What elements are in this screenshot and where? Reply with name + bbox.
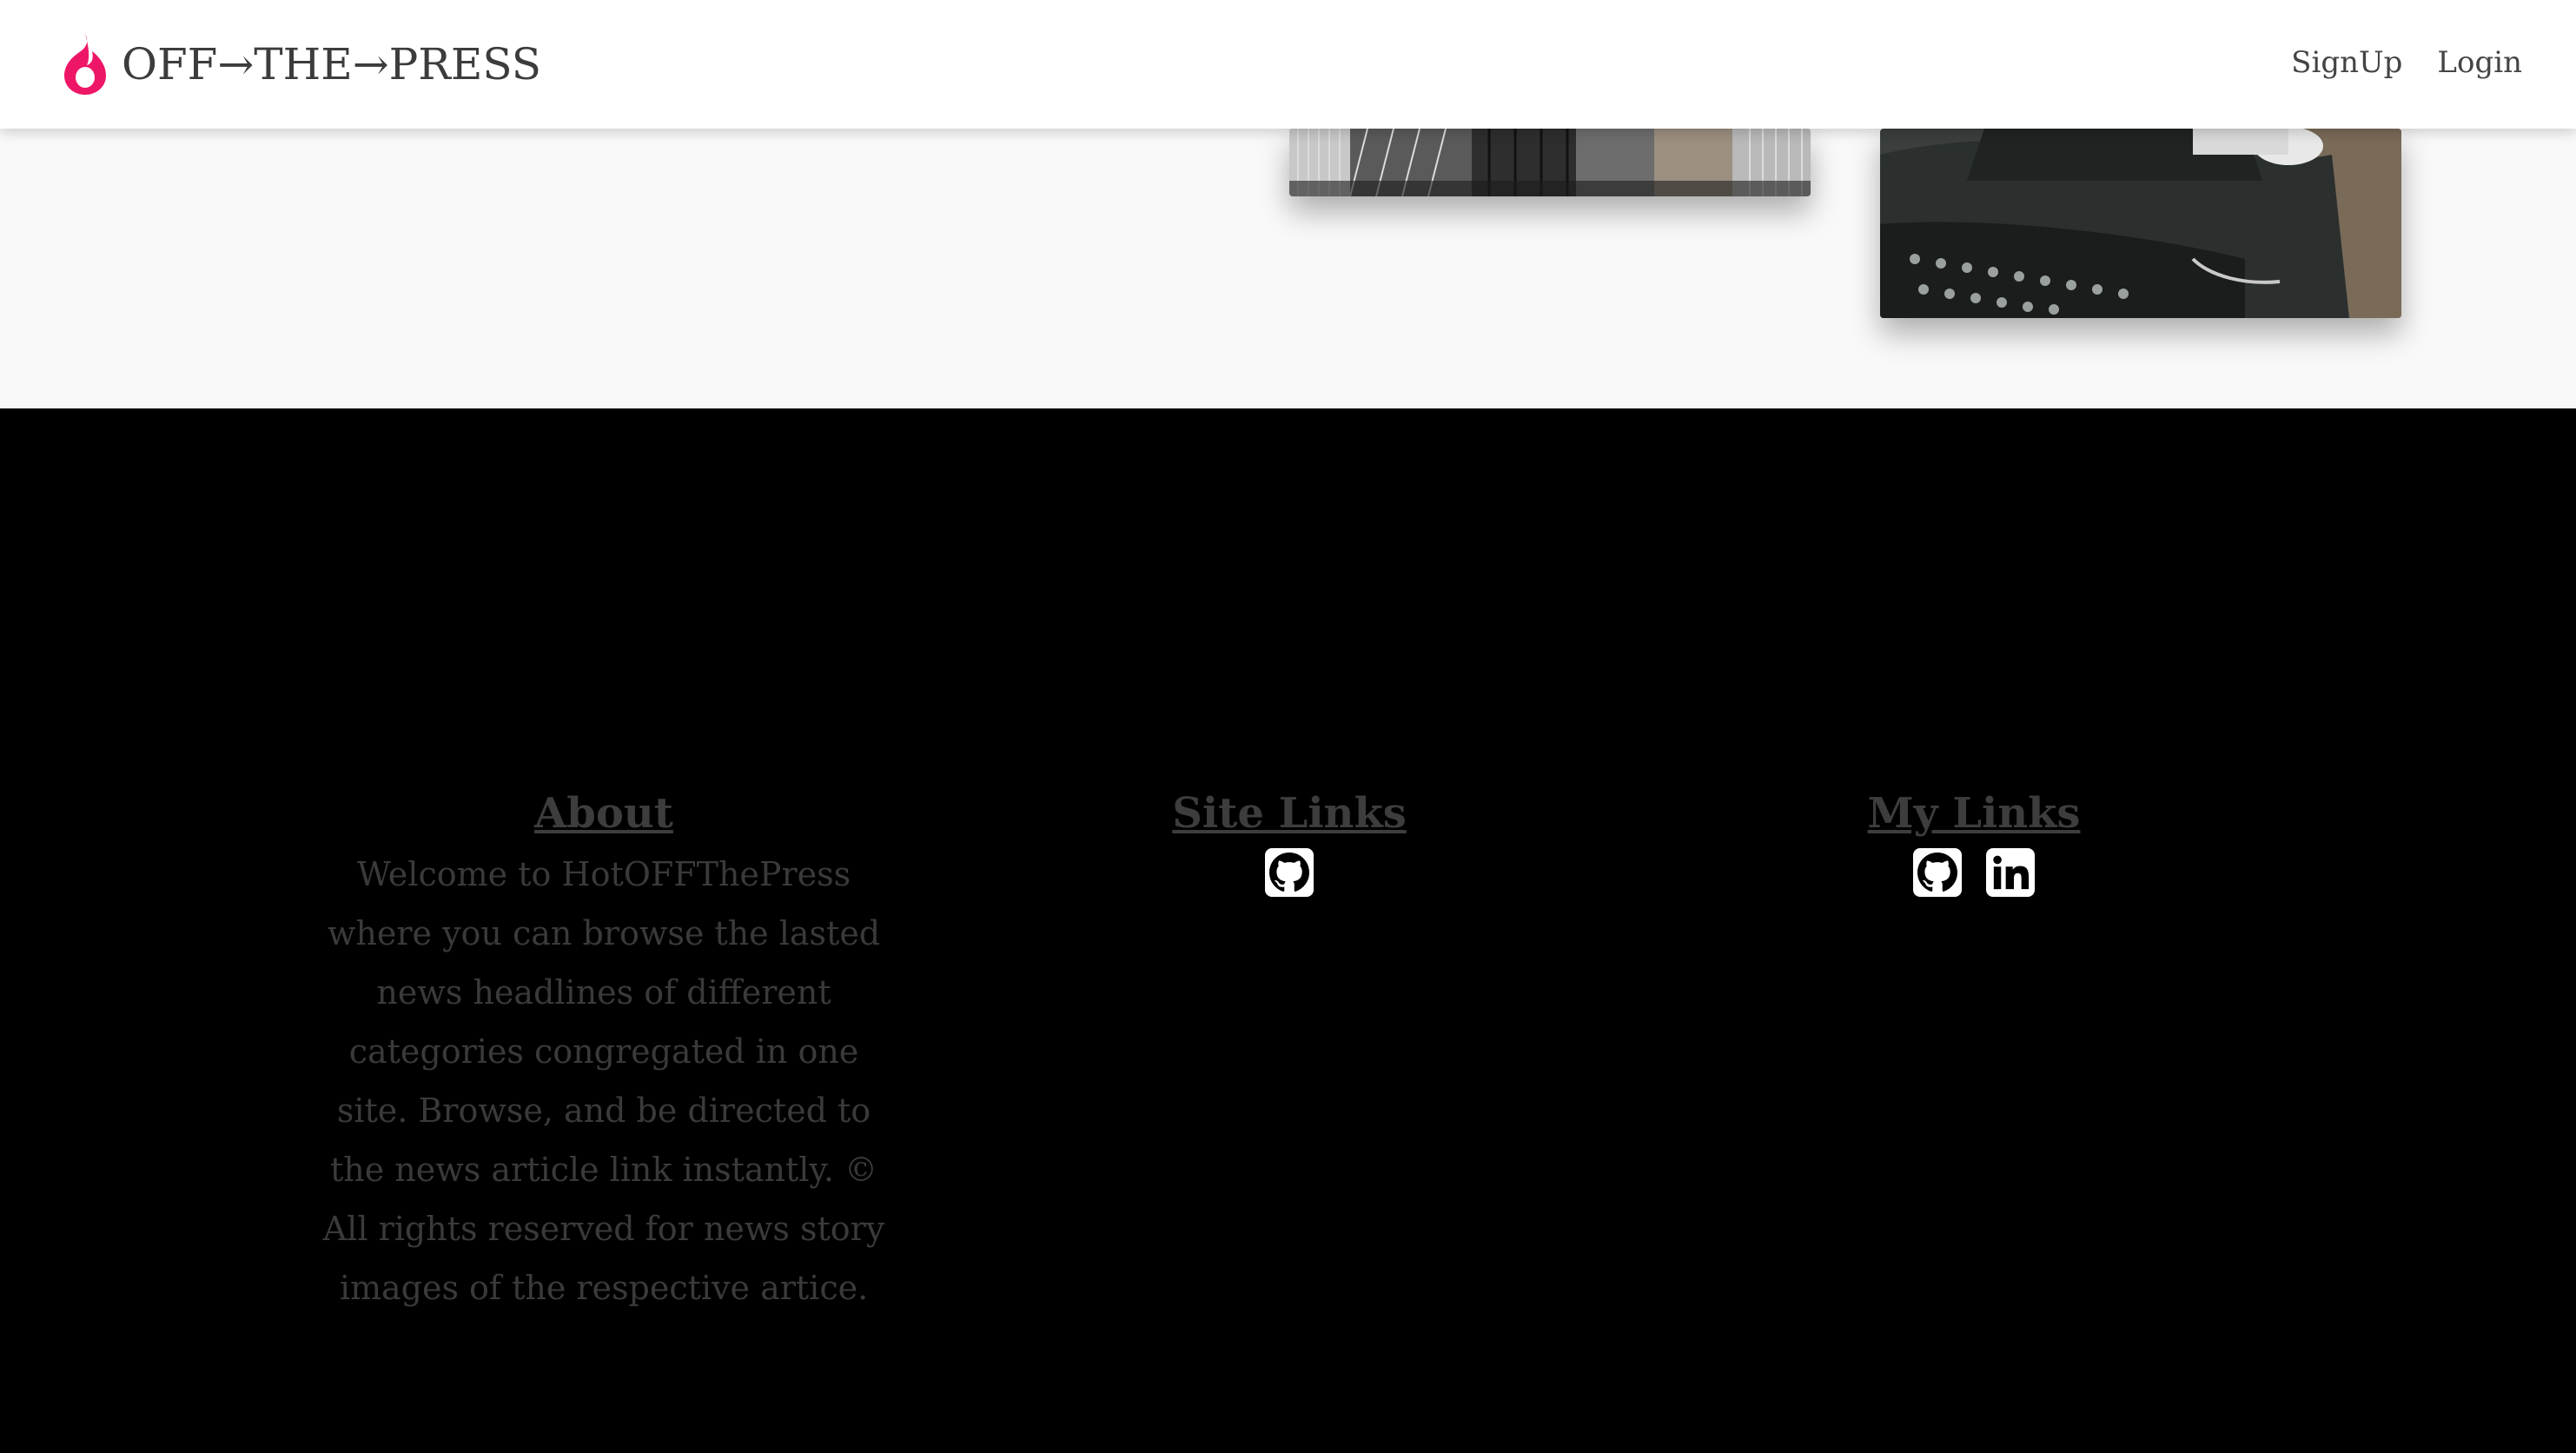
github-icon[interactable] <box>1265 848 1314 897</box>
footer-about-section: About Welcome to HotOFFThePress where yo… <box>321 782 886 1317</box>
signup-link[interactable]: SignUp <box>2291 35 2402 90</box>
site-footer: About Welcome to HotOFFThePress where yo… <box>0 408 2576 1453</box>
about-text: Welcome to HotOFFThePress where you can … <box>322 855 885 1307</box>
github-logo-icon <box>1917 853 1957 892</box>
typewriter-photo-icon <box>1880 129 2401 318</box>
github-logo-icon <box>1269 853 1309 892</box>
nav-links: SignUp Login <box>2291 35 2522 90</box>
linkedin-icon[interactable] <box>1986 848 2035 897</box>
login-link[interactable]: Login <box>2437 35 2522 90</box>
my-links-icons <box>1800 848 2148 897</box>
footer-my-links-section: My Links <box>1800 782 2148 897</box>
top-navbar: OFF→THE→PRESS SignUp Login <box>0 0 2576 129</box>
site-links-icons <box>1116 848 1463 897</box>
footer-site-links-section: Site Links <box>1116 782 1463 897</box>
flame-icon <box>64 34 106 95</box>
site-links-heading[interactable]: Site Links <box>1172 782 1406 845</box>
linkedin-logo-icon <box>1993 855 2030 890</box>
my-links-heading[interactable]: My Links <box>1868 782 2081 845</box>
news-card-typewriter[interactable] <box>1880 129 2401 318</box>
brand-logo-link[interactable]: OFF→THE→PRESS <box>61 23 541 106</box>
news-card-building[interactable] <box>1289 129 1811 196</box>
brand-title: OFF→THE→PRESS <box>122 39 542 90</box>
building-photo-icon <box>1289 129 1811 196</box>
about-heading[interactable]: About <box>534 782 673 845</box>
github-icon[interactable] <box>1913 848 1962 897</box>
news-cards-section <box>0 129 2576 408</box>
